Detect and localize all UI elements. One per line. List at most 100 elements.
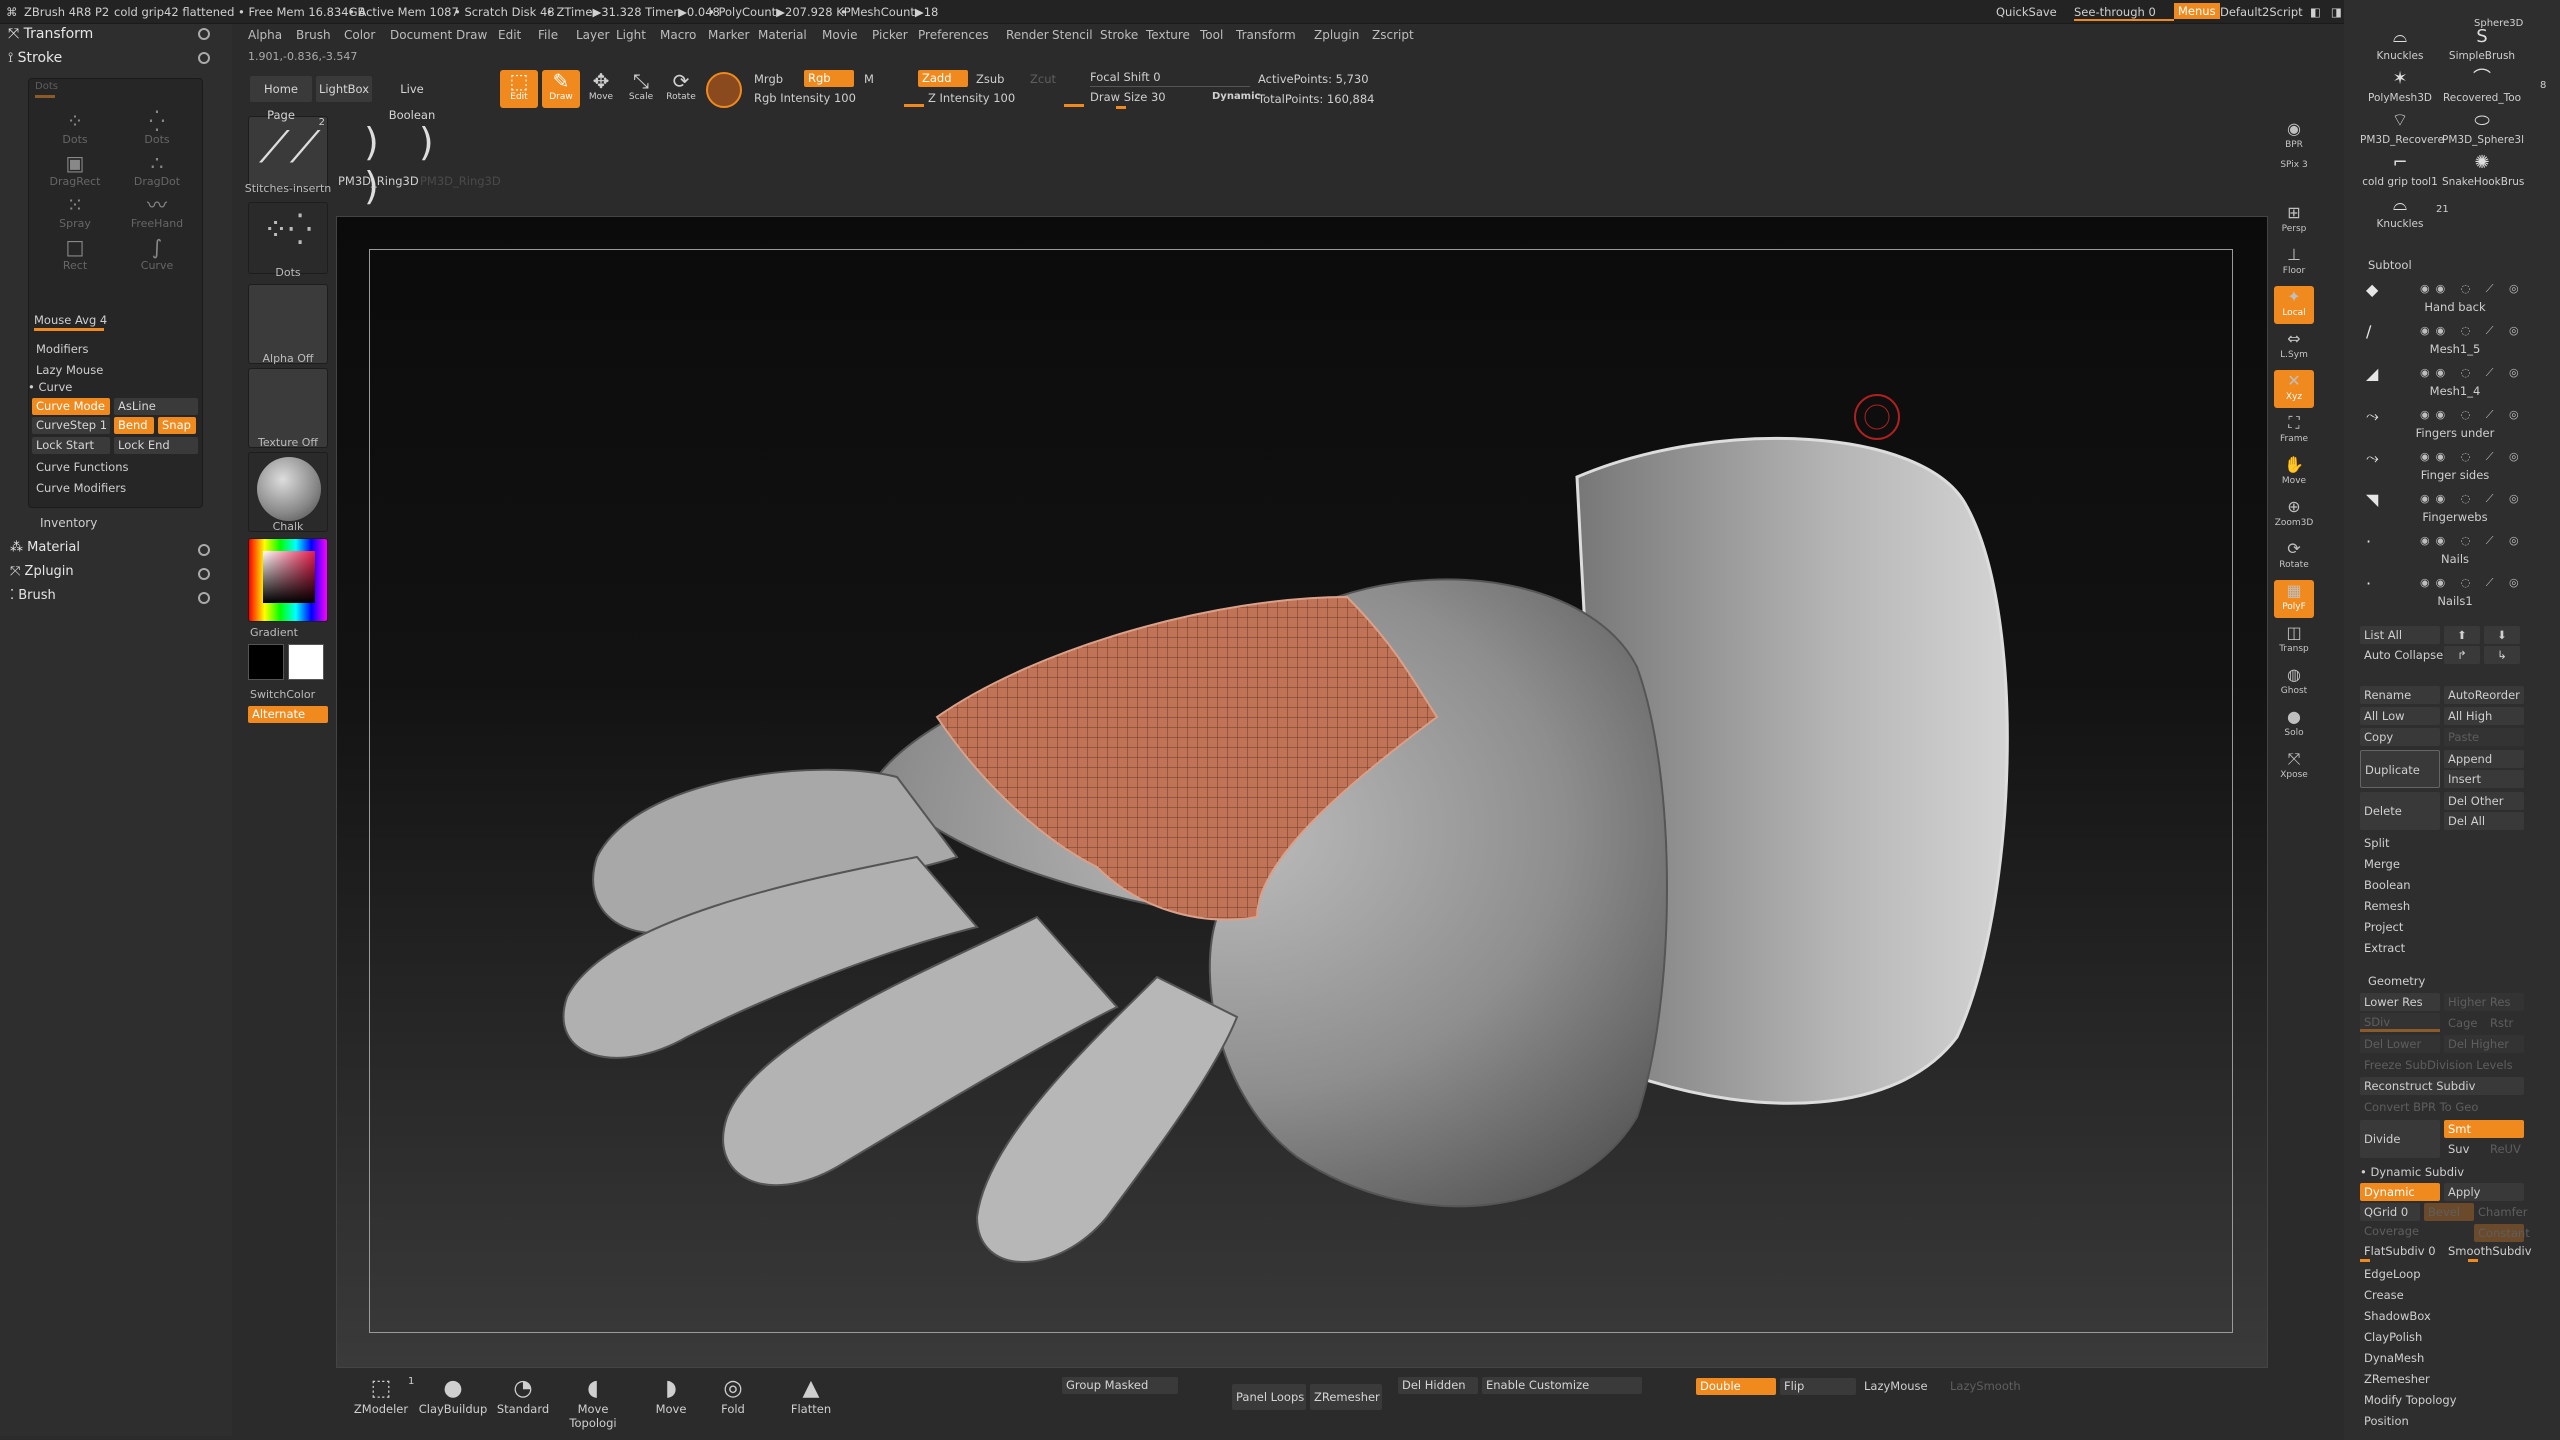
del-lower-button[interactable]: Del Lower (2360, 1035, 2440, 1053)
inventory-header[interactable]: Inventory (40, 516, 97, 530)
crease-section[interactable]: Crease (2364, 1288, 2404, 1302)
convert-bpr-button[interactable]: Convert BPR To Geo (2364, 1100, 2478, 1114)
home-page-button[interactable]: Home Page (250, 76, 312, 122)
del-all-button[interactable]: Del All (2444, 812, 2524, 830)
scale-button[interactable]: ⤡ Scale (622, 70, 660, 108)
quicksave-button[interactable]: QuickSave (1996, 5, 2057, 19)
document-canvas[interactable] (336, 216, 2268, 1368)
shelf-polyf-button[interactable]: ▦ PolyF (2274, 580, 2314, 618)
bottom-brush-move-topologi[interactable]: ◖ Move Topologi (558, 1376, 628, 1430)
list-all-button[interactable]: List All (2360, 626, 2440, 644)
reconstruct-subdiv-button[interactable]: Reconstruct Subdiv (2360, 1077, 2524, 1095)
shelf-ghost-button[interactable]: ◍ Ghost (2274, 664, 2314, 702)
duplicate-button[interactable]: Duplicate (2360, 750, 2440, 788)
stroke-type-dragdot[interactable]: ∴ DragDot (117, 151, 197, 191)
menu-transform[interactable]: Transform (1236, 28, 1296, 42)
smoothsubdiv-slider[interactable]: SmoothSubdiv (2448, 1244, 2532, 1258)
menu-movie[interactable]: Movie (822, 28, 858, 42)
zcut-button[interactable]: Zcut (1030, 72, 1056, 86)
live-boolean-button[interactable]: Live Boolean (376, 76, 448, 122)
shelf-transp-button[interactable]: ◫ Transp (2274, 622, 2314, 660)
secondary-color-swatch[interactable] (288, 644, 324, 680)
shelf-persp-button[interactable]: ⊞ Persp (2274, 202, 2314, 240)
chamfer-button[interactable]: Chamfer (2478, 1205, 2527, 1219)
menu-color[interactable]: Color (344, 28, 375, 42)
move-down-icon[interactable]: ↳ (2484, 646, 2520, 664)
shelf-xyz-button[interactable]: ✕ Xyz (2274, 370, 2314, 408)
bevel-button[interactable]: Bevel (2424, 1203, 2474, 1221)
menu-marker[interactable]: Marker (708, 28, 749, 42)
double-button[interactable]: Double (1696, 1378, 1776, 1395)
lightbox-button[interactable]: LightBox (316, 76, 372, 102)
menu-material[interactable]: Material (758, 28, 807, 42)
subtool-item[interactable]: · ◉◉ ◌ ⟋ ◎ Nails1 (2358, 570, 2552, 612)
arrow-down-icon[interactable]: ⬇ (2484, 626, 2520, 644)
subtool-toggles[interactable]: ◉◉ ◌ ⟋ ◎ (2420, 534, 2525, 548)
geometry-header[interactable]: Geometry (2368, 974, 2425, 988)
all-low-button[interactable]: All Low (2360, 707, 2440, 725)
asline-button[interactable]: AsLine (114, 398, 198, 415)
shelf-rotate-button[interactable]: ⟳ Rotate (2274, 538, 2314, 576)
menu-draw[interactable]: Draw (456, 28, 487, 42)
focal-shift-slider[interactable]: Focal Shift 0 (1090, 70, 1161, 84)
bottom-brush-zmodeler[interactable]: ⬚ ZModeler (346, 1376, 416, 1416)
menu-tool[interactable]: Tool (1200, 28, 1223, 42)
bottom-brush-flatten[interactable]: ▲ Flatten (776, 1376, 846, 1416)
refresh-icon[interactable] (198, 52, 210, 64)
subtool-item[interactable]: · ◉◉ ◌ ⟋ ◎ Nails (2358, 528, 2552, 570)
curve-mode-button[interactable]: Curve Mode (32, 398, 110, 415)
brush-header[interactable]: ⁚ Brush (10, 588, 56, 603)
tool-thumb-knuckles[interactable]: ⌓ Knuckles (2360, 192, 2440, 234)
menu-picker[interactable]: Picker (872, 28, 908, 42)
tool-thumb-pm3d-sphere3l[interactable]: ⬭ PM3D_Sphere3l (2442, 108, 2524, 150)
menu-zscript[interactable]: Zscript (1372, 28, 1414, 42)
qgrid-slider[interactable]: QGrid 0 (2360, 1203, 2420, 1221)
higher-res-button[interactable]: Higher Res (2444, 993, 2524, 1011)
menu-alpha[interactable]: Alpha (248, 28, 282, 42)
menu-stencil[interactable]: Stencil (1052, 28, 1093, 42)
shelf-solo-button[interactable]: ● Solo (2274, 706, 2314, 744)
lock-start-button[interactable]: Lock Start (32, 437, 110, 454)
rstr-button[interactable]: Rstr (2490, 1016, 2513, 1030)
subtool-toggles[interactable]: ◉◉ ◌ ⟋ ◎ (2420, 324, 2525, 338)
menu-document[interactable]: Document (390, 28, 452, 42)
primary-color-swatch[interactable] (248, 644, 284, 680)
flip-button[interactable]: Flip (1780, 1378, 1856, 1395)
shadowbox-section[interactable]: ShadowBox (2364, 1309, 2431, 1323)
curvestep-slider[interactable]: CurveStep 1 (32, 417, 110, 434)
subtool-toggles[interactable]: ◉◉ ◌ ⟋ ◎ (2420, 576, 2525, 590)
zplugin-header[interactable]: ⤧ Zplugin (10, 564, 74, 579)
rotate-button[interactable]: ⟳ Rotate (662, 70, 700, 108)
lazysmooth-slider[interactable]: LazySmooth (1950, 1379, 2021, 1393)
subtool-toggles[interactable]: ◉◉ ◌ ⟋ ◎ (2420, 492, 2525, 506)
mouse-avg-slider[interactable]: Mouse Avg 4 (34, 313, 107, 327)
bottom-brush-standard[interactable]: ◔ Standard (488, 1376, 558, 1416)
stroke-palette-slider[interactable] (35, 95, 55, 98)
menu-file[interactable]: File (538, 28, 558, 42)
stroke-type-curve[interactable]: ∫ Curve (117, 235, 197, 275)
refresh-icon[interactable] (198, 592, 210, 604)
edit-button[interactable]: ⬚ Edit (500, 70, 538, 108)
rgb-button[interactable]: Rgb (804, 70, 854, 87)
menus-button[interactable]: Menus (2174, 3, 2220, 19)
m-button[interactable]: M (864, 72, 874, 86)
stroke-type-dots[interactable]: ⁛ Dots (117, 109, 197, 149)
append-button[interactable]: Append (2444, 750, 2524, 768)
cage-button[interactable]: Cage (2448, 1016, 2477, 1030)
bottom-brush-claybuildup[interactable]: ● ClayBuildup (418, 1376, 488, 1416)
tool-thumb-snakehookbrus[interactable]: ✺ SnakeHookBrus (2442, 150, 2524, 192)
tool-thumb-cold-grip-tool1[interactable]: ⌐ cold grip tool1 (2360, 150, 2440, 192)
stroke-header[interactable]: ⟟ Stroke (8, 50, 62, 66)
bottom-brush-fold[interactable]: ◎ Fold (698, 1376, 768, 1416)
subtool-item[interactable]: ◥ ◉◉ ◌ ⟋ ◎ Fingerwebs (2358, 486, 2552, 528)
color-picker[interactable] (248, 538, 328, 622)
stroke-thumbnail[interactable]: ⁘⁛ (248, 202, 328, 274)
stroke-type-rect[interactable]: □ Rect (35, 235, 115, 275)
lock-end-button[interactable]: Lock End (114, 437, 198, 454)
shelf-zoom3d-button[interactable]: ⊕ Zoom3D (2274, 496, 2314, 534)
shelf-spix-3-button[interactable]: SPix 3 (2274, 160, 2314, 198)
material-header[interactable]: ⁂ Material (10, 540, 80, 555)
ring-tool-icons[interactable]: ) ) ) (364, 120, 496, 208)
menu-brush[interactable]: Brush (296, 28, 331, 42)
switch-color-button[interactable]: SwitchColor (250, 688, 338, 701)
